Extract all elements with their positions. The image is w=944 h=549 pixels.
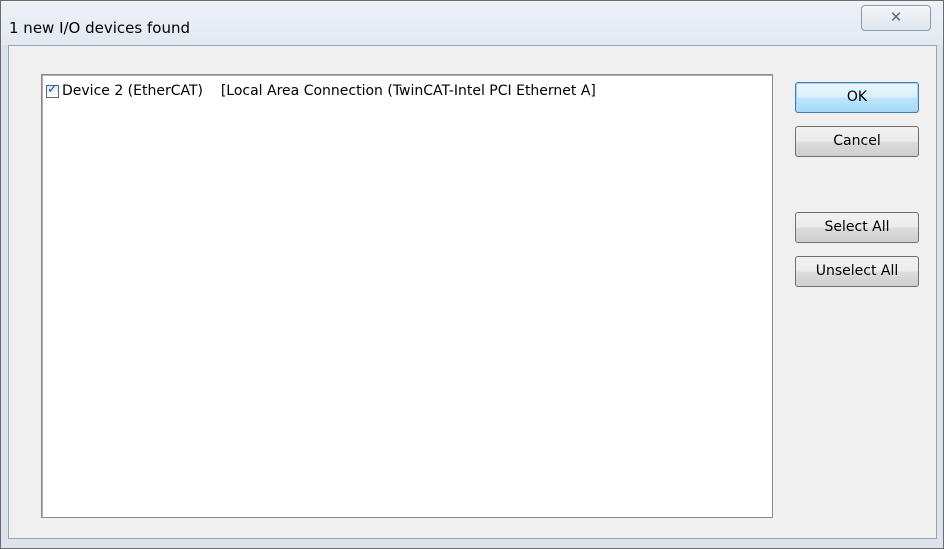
unselect-all-button[interactable]: Unselect All (795, 256, 919, 287)
checkmark-icon: ✓ (47, 81, 58, 97)
close-icon: ✕ (889, 8, 903, 26)
device-gap (203, 83, 221, 99)
window-title: 1 new I/O devices found (9, 19, 190, 37)
device-checkbox[interactable]: ✓ (46, 81, 59, 98)
cancel-button[interactable]: Cancel (795, 126, 919, 157)
title-bar[interactable]: 1 new I/O devices found ✕ (1, 1, 943, 45)
device-connection: [Local Area Connection (TwinCAT-Intel PC… (220, 83, 596, 99)
list-item[interactable]: ✓ Device 2 (EtherCAT) [Local Area Connec… (46, 82, 596, 100)
close-button[interactable]: ✕ (861, 5, 931, 31)
dialog-window: 1 new I/O devices found ✕ ✓ Device 2 (Et… (0, 0, 944, 549)
ok-button[interactable]: OK (795, 82, 919, 113)
select-all-button[interactable]: Select All (795, 212, 919, 243)
device-name: Device 2 (EtherCAT) (62, 83, 204, 99)
dialog-body: ✓ Device 2 (EtherCAT) [Local Area Connec… (8, 45, 937, 539)
device-list[interactable]: ✓ Device 2 (EtherCAT) [Local Area Connec… (41, 74, 773, 518)
